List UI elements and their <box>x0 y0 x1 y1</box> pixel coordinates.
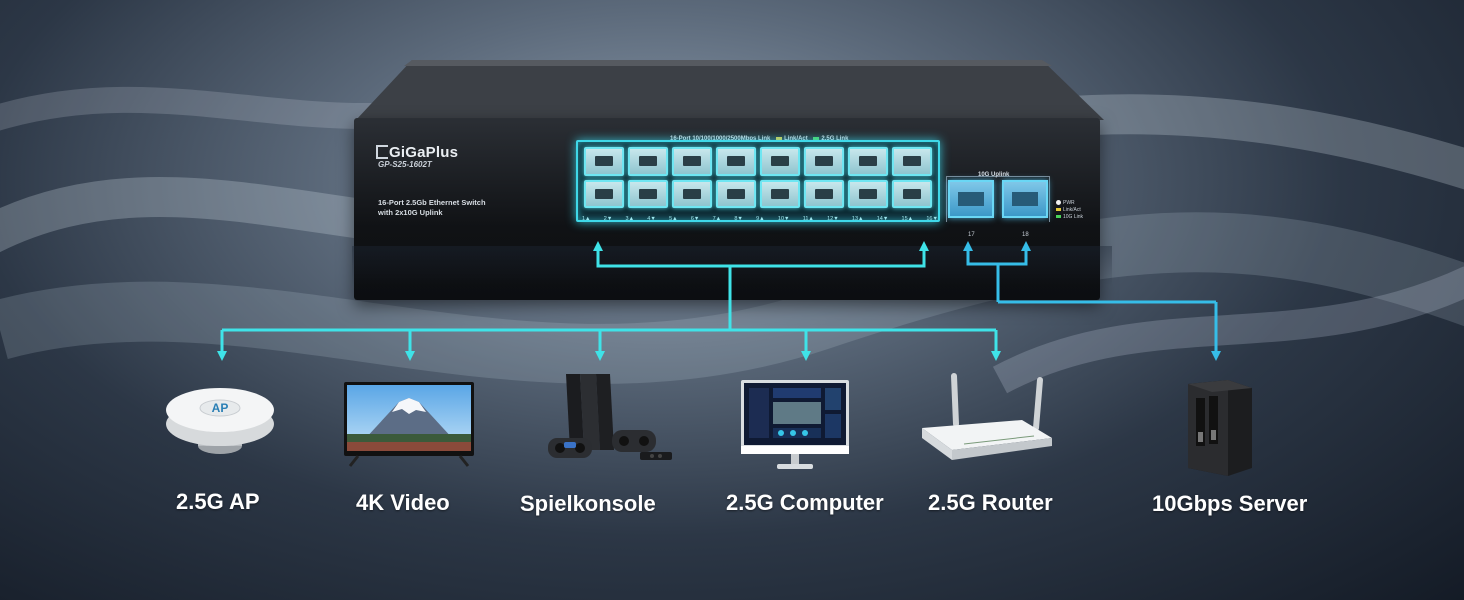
rj45-connector-lines <box>217 241 1001 361</box>
computer-monitor-icon <box>741 380 849 477</box>
device-label-computer: 2.5G Computer <box>726 490 884 515</box>
server-icon <box>1184 372 1256 481</box>
device-label-ap: 2.5G AP <box>176 489 260 514</box>
ap-text: AP <box>212 401 229 415</box>
device-label-console: Spielkonsole <box>520 491 656 516</box>
tv-icon <box>344 382 474 475</box>
access-point-icon: AP <box>164 376 276 471</box>
uplink-connector-lines <box>963 241 1221 361</box>
device-label-router: 2.5G Router <box>928 490 1053 515</box>
device-label-video: 4K Video <box>356 490 450 515</box>
device-label-server: 10Gbps Server <box>1152 491 1308 516</box>
router-icon <box>916 372 1056 469</box>
game-console-icon <box>540 372 674 469</box>
